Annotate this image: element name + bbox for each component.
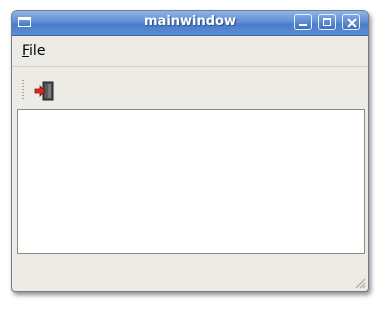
central-area[interactable]	[17, 109, 365, 254]
exit-button[interactable]	[31, 79, 57, 103]
maximize-button[interactable]	[318, 14, 336, 30]
title-bar[interactable]: mainwindow	[12, 11, 368, 36]
exit-icon	[34, 81, 54, 101]
menu-bar: File	[12, 36, 368, 67]
menu-file-mnemonic: F	[22, 43, 30, 59]
close-icon	[347, 18, 357, 28]
status-bar	[12, 256, 368, 291]
close-button[interactable]	[342, 14, 360, 30]
menu-file-label: ile	[29, 43, 46, 59]
toolbar	[12, 67, 368, 105]
minimize-button[interactable]	[294, 14, 312, 30]
main-window: mainwindow File	[11, 10, 369, 292]
resize-grip-icon[interactable]	[352, 275, 366, 289]
toolbar-grip-handle[interactable]	[22, 80, 24, 100]
menu-file[interactable]: File	[22, 43, 45, 59]
window-title: mainwindow	[144, 14, 236, 29]
